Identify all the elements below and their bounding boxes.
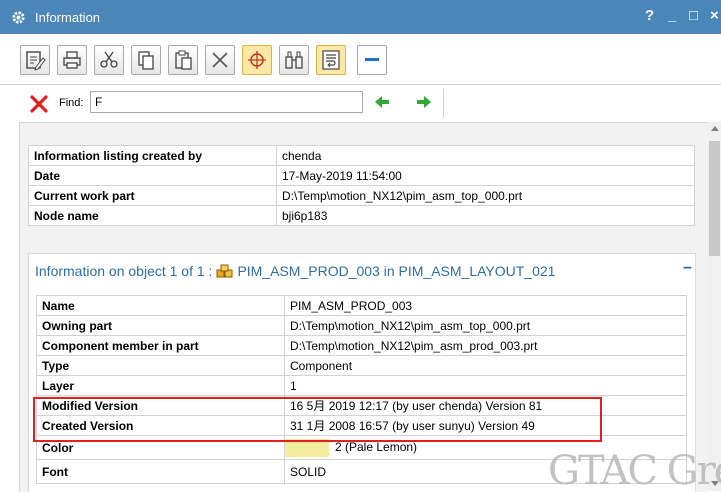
print-button[interactable]	[57, 45, 87, 75]
property-value: D:\Temp\motion_NX12\pim_asm_top_000.prt	[284, 315, 687, 336]
close-button[interactable]: ×	[710, 7, 719, 24]
cut-button[interactable]	[94, 45, 124, 75]
find-label: Find:	[59, 97, 84, 109]
watermark: GTAC Gre	[548, 448, 721, 491]
property-value: D:\Temp\motion_NX12\pim_asm_prod_003.prt	[284, 335, 687, 356]
object-heading-name: PIM_ASM_PROD_003 in PIM_ASM_LAYOUT_021	[237, 263, 556, 279]
property-key: Type	[36, 355, 285, 376]
binoculars-icon	[285, 51, 303, 69]
panel-collapse-button[interactable]: −	[683, 260, 692, 278]
listing-value: D:\Temp\motion_NX12\pim_asm_top_000.prt	[276, 185, 695, 206]
cut-icon	[100, 51, 118, 68]
listing-key: Date	[28, 165, 277, 186]
paste-button[interactable]	[168, 45, 198, 75]
table-row: Layer 1	[36, 375, 687, 396]
delete-icon	[212, 52, 228, 68]
wrap-text-button[interactable]	[316, 45, 346, 75]
listing-value: chenda	[276, 145, 695, 166]
object-heading-prefix: Information on object 1 of 1 :	[35, 263, 213, 279]
minimize-button[interactable]: _	[668, 7, 676, 24]
close-find-icon[interactable]	[29, 94, 49, 114]
find-divider	[443, 89, 444, 118]
arrow-left-icon[interactable]	[374, 95, 390, 109]
edit-save-button[interactable]	[20, 45, 50, 75]
property-key: Component member in part	[36, 335, 285, 356]
scroll-up-icon[interactable]	[711, 126, 719, 131]
target-button[interactable]	[242, 45, 272, 75]
listing-key: Node name	[28, 205, 277, 226]
property-value: PIM_ASM_PROD_003	[284, 295, 687, 316]
maximize-button[interactable]: □	[689, 7, 698, 24]
listing-value: 17-May-2019 11:54:00	[276, 165, 695, 186]
scroll-thumb[interactable]	[709, 141, 720, 256]
property-key: Layer	[36, 375, 285, 396]
find-input[interactable]	[90, 91, 363, 113]
copy-button[interactable]	[131, 45, 161, 75]
window-title: Information	[35, 9, 101, 25]
table-row: Information listing created by chenda	[28, 145, 695, 166]
toolbar	[0, 34, 721, 84]
table-row: Owning part D:\Temp\motion_NX12\pim_asm_t…	[36, 315, 687, 336]
listing-value: bji6p183	[276, 205, 695, 226]
highlight-box	[33, 397, 602, 442]
property-key: Owning part	[36, 315, 285, 336]
copy-icon	[138, 51, 154, 70]
delete-button[interactable]	[205, 45, 235, 75]
find-bar: Find:	[0, 85, 721, 122]
listing-key: Information listing created by	[28, 145, 277, 166]
table-row: Date 17-May-2019 11:54:00	[28, 165, 695, 186]
title-bar: Information ? _ □ ×	[0, 0, 721, 34]
help-button[interactable]: ?	[645, 7, 654, 24]
component-icon	[216, 264, 233, 279]
object-panel-heading: Information on object 1 of 1 : PIM_ASM_P…	[35, 263, 555, 279]
target-icon	[248, 51, 266, 69]
arrow-right-icon[interactable]	[416, 95, 432, 109]
table-row: Current work part D:\Temp\motion_NX12\pim…	[28, 185, 695, 206]
find-button[interactable]	[279, 45, 309, 75]
wrap-text-icon	[322, 50, 340, 70]
collapse-all-button[interactable]	[357, 45, 387, 75]
gear-icon[interactable]	[9, 8, 27, 26]
vertical-scrollbar[interactable]	[708, 122, 721, 491]
table-row: Node name bji6p183	[28, 205, 695, 226]
table-row: Component member in part D:\Temp\motion_N…	[36, 335, 687, 356]
edit-save-icon	[26, 51, 46, 71]
property-value: 1	[284, 375, 687, 396]
paste-icon	[175, 50, 192, 70]
print-icon	[63, 51, 81, 69]
listing-table: Information listing created by chenda Dat…	[28, 145, 695, 226]
property-value: Component	[284, 355, 687, 376]
minus-icon	[365, 58, 379, 61]
listing-key: Current work part	[28, 185, 277, 206]
table-row: Type Component	[36, 355, 687, 376]
table-row: Name PIM_ASM_PROD_003	[36, 295, 687, 316]
property-key: Name	[36, 295, 285, 316]
property-key: Font	[36, 459, 285, 484]
